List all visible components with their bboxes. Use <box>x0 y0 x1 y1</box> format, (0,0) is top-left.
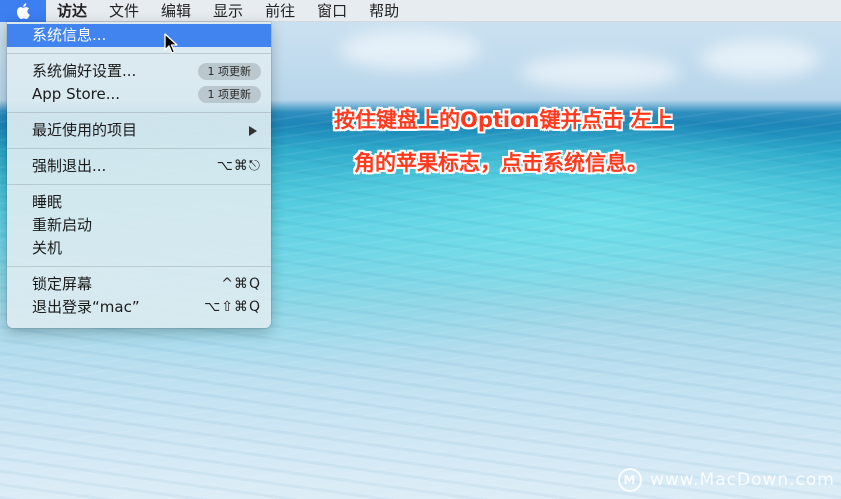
menu-item-log-out[interactable]: 退出登录“mac” ⌥⇧⌘Q <box>7 296 271 319</box>
menu-item-label: 关机 <box>32 239 63 257</box>
menu-item-system-information[interactable]: 系统信息... <box>7 24 271 47</box>
chevron-right-icon <box>249 125 257 136</box>
apple-logo-icon <box>16 2 30 19</box>
menu-finder[interactable]: 访达 <box>46 0 98 22</box>
menu-item-label: 睡眠 <box>32 193 63 211</box>
menu-item-label: 退出登录“mac” <box>32 298 140 316</box>
keyboard-shortcut: ^⌘Q <box>221 276 261 292</box>
menu-item-recent-items[interactable]: 最近使用的项目 <box>7 119 271 142</box>
mouse-pointer-icon <box>164 33 178 54</box>
update-badge: 1 项更新 <box>197 86 261 103</box>
menu-item-restart[interactable]: 重新启动 <box>7 214 271 237</box>
apple-menu-button[interactable] <box>0 0 46 22</box>
keyboard-shortcut: ⌥⇧⌘Q <box>204 299 261 315</box>
menu-file[interactable]: 文件 <box>98 0 150 22</box>
menu-bar: 访达 文件 编辑 显示 前往 窗口 帮助 <box>0 0 841 22</box>
menu-item-force-quit[interactable]: 强制退出... ⌥⌘⎋ <box>7 155 271 178</box>
macdown-logo-icon: M <box>618 468 642 492</box>
menu-item-label: App Store... <box>32 85 121 103</box>
keyboard-shortcut: ⌥⌘⎋ <box>216 158 261 174</box>
wallpaper-cloud <box>700 40 820 78</box>
menu-window[interactable]: 窗口 <box>306 0 358 22</box>
menu-edit[interactable]: 编辑 <box>150 0 202 22</box>
menu-item-system-preferences[interactable]: 系统偏好设置... 1 项更新 <box>7 60 271 83</box>
menu-item-label: 最近使用的项目 <box>32 121 138 139</box>
menu-item-label: 锁定屏幕 <box>32 275 93 293</box>
instruction-annotation-line1: 按住键盘上的Option键并点击 左上 <box>334 108 673 132</box>
menu-separator <box>7 266 271 267</box>
menu-item-label: 系统信息... <box>32 26 107 44</box>
menu-item-sleep[interactable]: 睡眠 <box>7 191 271 214</box>
menu-item-label: 强制退出... <box>32 157 107 175</box>
watermark-text: www.MacDown.com <box>650 470 835 490</box>
wallpaper-cloud <box>340 30 480 70</box>
menu-item-label: 系统偏好设置... <box>32 62 137 80</box>
menu-help[interactable]: 帮助 <box>358 0 410 22</box>
update-badge: 1 项更新 <box>197 63 261 80</box>
apple-menu-dropdown: 系统信息... 系统偏好设置... 1 项更新 App Store... 1 项… <box>7 22 271 328</box>
menu-item-lock-screen[interactable]: 锁定屏幕 ^⌘Q <box>7 273 271 296</box>
wallpaper-cloud <box>520 55 680 90</box>
menu-separator <box>7 53 271 54</box>
menu-item-shut-down[interactable]: 关机 <box>7 237 271 260</box>
menu-item-label: 重新启动 <box>32 216 93 234</box>
menu-separator <box>7 184 271 185</box>
watermark: M www.MacDown.com <box>618 468 835 492</box>
menu-separator <box>7 112 271 113</box>
menu-view[interactable]: 显示 <box>202 0 254 22</box>
instruction-annotation-line2: 角的苹果标志，点击系统信息。 <box>354 151 648 175</box>
menu-separator <box>7 148 271 149</box>
menu-item-app-store[interactable]: App Store... 1 项更新 <box>7 83 271 106</box>
menu-go[interactable]: 前往 <box>254 0 306 22</box>
